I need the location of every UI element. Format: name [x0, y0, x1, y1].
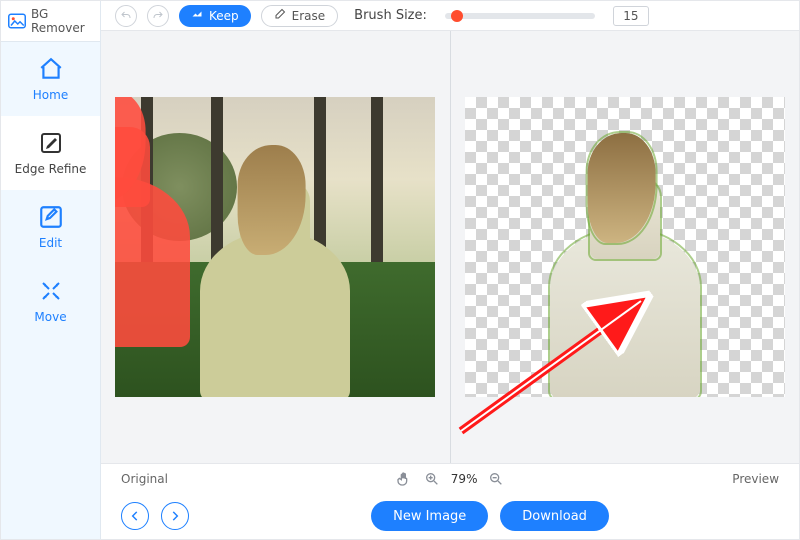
toolbar: Keep Erase Brush Size: 15 — [101, 1, 799, 31]
zoom-in-button[interactable] — [423, 470, 441, 488]
sidebar-item-home[interactable]: Home — [1, 42, 100, 116]
edit-icon — [38, 204, 64, 230]
status-bar: Original 79% Preview — [101, 463, 799, 493]
original-image — [115, 97, 435, 397]
workspace — [101, 31, 799, 463]
slider-thumb[interactable] — [451, 10, 463, 22]
sidebar: BG Remover Home Edge Refine Edit Move — [1, 1, 101, 539]
original-pane[interactable] — [101, 31, 450, 463]
footer: New Image Download — [101, 493, 799, 539]
prev-image-button[interactable] — [121, 502, 149, 530]
sidebar-item-label: Edge Refine — [15, 162, 87, 176]
app-logo: BG Remover — [1, 1, 100, 42]
sidebar-item-label: Move — [34, 310, 66, 324]
keep-button[interactable]: Keep — [179, 5, 251, 27]
original-label: Original — [121, 472, 168, 486]
brush-size-label: Brush Size: — [354, 8, 427, 23]
bg-remover-logo-icon — [7, 12, 27, 30]
sidebar-item-move[interactable]: Move — [1, 264, 100, 338]
sidebar-item-edge-refine[interactable]: Edge Refine — [1, 116, 100, 190]
cutout-subject — [540, 139, 710, 397]
keep-button-label: Keep — [209, 9, 239, 23]
app-title: BG Remover — [31, 7, 96, 35]
download-label: Download — [522, 509, 587, 524]
preview-label: Preview — [732, 472, 779, 486]
sidebar-item-edit[interactable]: Edit — [1, 190, 100, 264]
undo-button[interactable] — [115, 5, 137, 27]
app-root: BG Remover Home Edge Refine Edit Move — [0, 0, 800, 540]
brush-size-slider[interactable] — [445, 13, 595, 19]
pan-hand-icon[interactable] — [395, 470, 413, 488]
move-icon — [38, 278, 64, 304]
zoom-percent: 79% — [451, 472, 478, 486]
new-image-button[interactable]: New Image — [371, 501, 488, 531]
zoom-controls: 79% — [395, 470, 506, 488]
redo-button[interactable] — [147, 5, 169, 27]
brush-size-value[interactable]: 15 — [613, 6, 649, 26]
new-image-label: New Image — [393, 509, 466, 524]
next-image-button[interactable] — [161, 502, 189, 530]
erase-button[interactable]: Erase — [261, 5, 339, 27]
edge-refine-icon — [38, 130, 64, 156]
sidebar-item-label: Home — [33, 88, 68, 102]
zoom-out-button[interactable] — [487, 470, 505, 488]
brush-keep-icon — [191, 8, 203, 23]
home-icon — [38, 56, 64, 82]
preview-pane[interactable] — [451, 31, 800, 463]
download-button[interactable]: Download — [500, 501, 609, 531]
preview-image — [465, 97, 785, 397]
eraser-icon — [274, 8, 286, 23]
erase-button-label: Erase — [292, 9, 326, 23]
main-area: Keep Erase Brush Size: 15 — [101, 1, 799, 539]
sidebar-item-label: Edit — [39, 236, 62, 250]
